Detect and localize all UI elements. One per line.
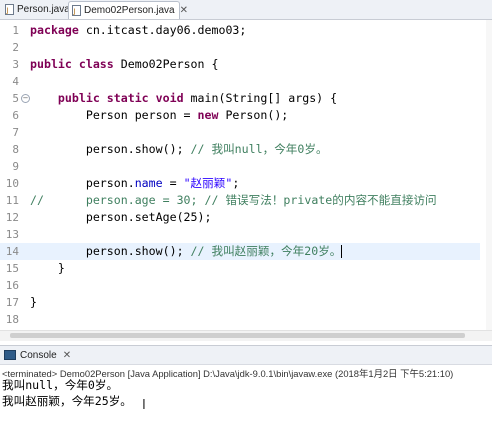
- line-number: 5: [12, 92, 19, 105]
- code-line[interactable]: 13: [0, 226, 480, 243]
- tab-person-java[interactable]: J Person.java: [2, 1, 70, 18]
- code-line[interactable]: 16: [0, 277, 480, 294]
- console-tab-label: Console: [20, 349, 57, 361]
- code-text: Person person = new Person();: [30, 107, 288, 124]
- line-number: 15: [5, 262, 19, 275]
- line-number: 14: [5, 245, 19, 258]
- horizontal-scrollbar[interactable]: [0, 330, 492, 341]
- code-line[interactable]: 6 Person person = new Person();: [0, 107, 480, 124]
- overview-ruler: [486, 20, 492, 330]
- code-token: name: [134, 176, 163, 190]
- code-line[interactable]: 4: [0, 73, 480, 90]
- line-number: 17: [5, 296, 19, 309]
- code-line[interactable]: 7: [0, 124, 480, 141]
- code-token: cn.itcast.day06.demo03;: [85, 23, 247, 37]
- code-text: person.show(); // 我叫赵丽颖，今年20岁。: [30, 243, 343, 260]
- line-number: 13: [5, 228, 19, 241]
- code-token: person.: [30, 176, 135, 190]
- line-number: 7: [12, 126, 19, 139]
- code-line[interactable]: 9: [0, 158, 480, 175]
- code-token: person.show();: [30, 244, 191, 258]
- close-console-icon[interactable]: ✕: [63, 350, 71, 361]
- code-text: }: [30, 260, 65, 277]
- line-number: 1: [12, 24, 19, 37]
- code-token: Demo02Person {: [120, 57, 219, 71]
- code-token: }: [30, 261, 65, 275]
- line-number: 12: [5, 211, 19, 224]
- line-number: 3: [12, 58, 19, 71]
- code-line[interactable]: 10 person.name = "赵丽颖";: [0, 175, 480, 192]
- line-number: 4: [12, 75, 19, 88]
- code-token: person.show();: [30, 142, 191, 156]
- code-token: Person();: [225, 108, 289, 122]
- code-line[interactable]: 15 }: [0, 260, 480, 277]
- code-line[interactable]: 5− public static void main(String[] args…: [0, 90, 480, 107]
- code-token: Person person =: [30, 108, 198, 122]
- code-line[interactable]: 11 // person.age = 30; // 错误写法！private的内容…: [0, 192, 480, 209]
- code-token: =: [162, 176, 184, 190]
- code-text: package cn.itcast.day06.demo03;: [30, 22, 246, 39]
- console-output-line: 我叫赵丽颖，今年25岁。: [2, 394, 132, 408]
- line-number: 11: [5, 194, 19, 207]
- code-line[interactable]: 14 person.show(); // 我叫赵丽颖，今年20岁。: [0, 243, 480, 260]
- code-text: // person.age = 30; // 错误写法！private的内容不能…: [30, 192, 437, 209]
- code-token: ;: [232, 176, 240, 190]
- line-number: 6: [12, 109, 19, 122]
- console-output-line: 我叫null，今年0岁。: [2, 378, 119, 392]
- console-icon: [4, 350, 16, 360]
- code-token: // person.age = 30; // 错误写法！private的内容不能…: [30, 193, 437, 207]
- fold-toggle-icon[interactable]: −: [21, 94, 30, 103]
- scrollbar-thumb[interactable]: [10, 333, 465, 338]
- svg-text:J: J: [6, 7, 9, 15]
- editor-tab-bar: J Person.java J Demo02Person.java ✕: [0, 0, 492, 20]
- line-number: 18: [5, 313, 19, 326]
- java-file-icon: J: [72, 5, 81, 16]
- tab-label: Person.java: [17, 4, 70, 15]
- code-token: new: [197, 108, 226, 122]
- code-token: package: [30, 23, 86, 37]
- code-text: person.setAge(25);: [30, 209, 212, 226]
- code-token: }: [30, 295, 37, 309]
- code-token: person.setAge(25);: [30, 210, 212, 224]
- code-line[interactable]: 1 package cn.itcast.day06.demo03;: [0, 22, 480, 39]
- code-text: public static void main(String[] args) {: [30, 90, 337, 107]
- tab-demo02person-java[interactable]: J Demo02Person.java ✕: [68, 1, 188, 19]
- line-number: 16: [5, 279, 19, 292]
- code-token: public class: [30, 57, 121, 71]
- tab-label: Demo02Person.java: [84, 5, 175, 16]
- code-line[interactable]: 18: [0, 311, 480, 328]
- code-token: public static void: [30, 91, 191, 105]
- console-view-bar: Console ✕: [0, 345, 492, 365]
- tab-console[interactable]: Console ✕: [2, 347, 71, 363]
- code-token: // 我叫赵丽颖，今年20岁。: [190, 244, 342, 258]
- line-number: 9: [12, 160, 19, 173]
- svg-text:J: J: [73, 8, 76, 16]
- code-line[interactable]: 3 public class Demo02Person {: [0, 56, 480, 73]
- code-text: public class Demo02Person {: [30, 56, 218, 73]
- text-caret: [341, 245, 343, 258]
- code-text: person.name = "赵丽颖";: [30, 175, 239, 192]
- code-line[interactable]: 17}: [0, 294, 480, 311]
- java-file-icon: J: [5, 4, 14, 15]
- code-line[interactable]: 12 person.setAge(25);: [0, 209, 480, 226]
- code-token: // 我叫null，今年0岁。: [190, 142, 328, 156]
- close-tab-icon[interactable]: ✕: [180, 5, 188, 16]
- code-token: "赵丽颖": [183, 176, 233, 190]
- code-token: main(String[] args) {: [190, 91, 338, 105]
- code-text: }: [30, 294, 37, 311]
- text-cursor-icon: Ι: [142, 398, 146, 413]
- line-number: 8: [12, 143, 19, 156]
- code-text: person.show(); // 我叫null，今年0岁。: [30, 141, 328, 158]
- code-line[interactable]: 2: [0, 39, 480, 56]
- line-number: 10: [5, 177, 19, 190]
- code-line[interactable]: 8 person.show(); // 我叫null，今年0岁。: [0, 141, 480, 158]
- line-number: 2: [12, 41, 19, 54]
- code-editor[interactable]: 1 package cn.itcast.day06.demo03; 2 3 public…: [0, 20, 492, 342]
